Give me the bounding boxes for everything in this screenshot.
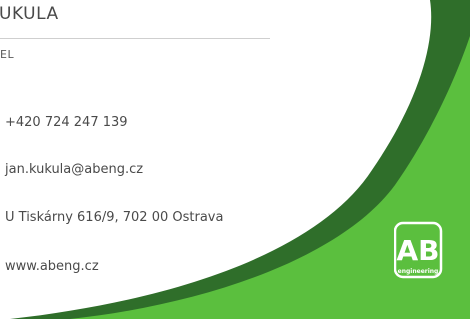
business-card: UKULA EL +420 724 247 139 jan.kukula@abe… bbox=[0, 0, 470, 319]
name-divider bbox=[0, 38, 270, 39]
phone-number: +420 724 247 139 bbox=[5, 115, 128, 130]
email-address: jan.kukula@abeng.cz bbox=[5, 162, 144, 177]
website-url: www.abeng.cz bbox=[5, 259, 99, 274]
logo-letters: AB bbox=[396, 234, 439, 267]
postal-address: U Tiskárny 616/9, 702 00 Ostrava bbox=[5, 210, 224, 225]
person-name: UKULA bbox=[0, 4, 59, 24]
person-role: EL bbox=[0, 48, 15, 61]
logo-tagline: engineering bbox=[398, 268, 439, 275]
ab-engineering-logo-icon: AB engineering bbox=[394, 221, 443, 279]
